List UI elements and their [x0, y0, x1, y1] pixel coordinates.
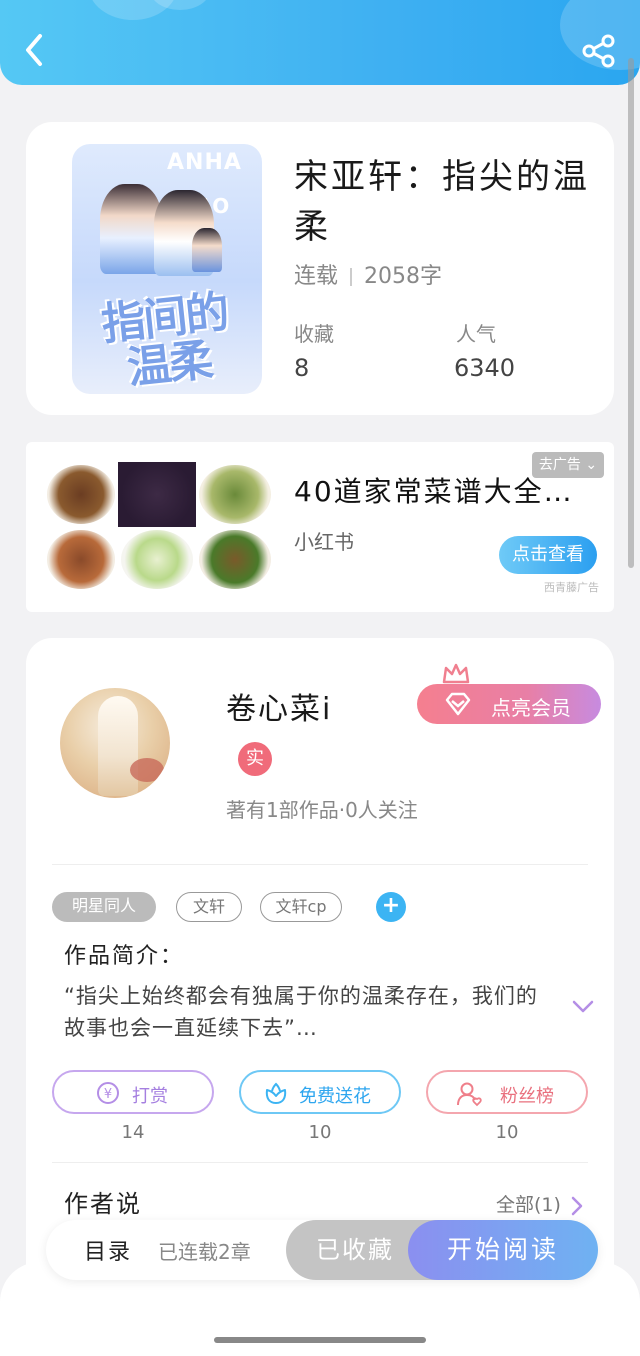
cover-en-text: ANHA	[167, 150, 242, 175]
reward-label: 打赏	[132, 1086, 168, 1107]
vip-label: 点亮会员	[491, 696, 571, 720]
ad-source: 小红书	[294, 530, 354, 554]
vip-button[interactable]: 点亮会员	[417, 684, 601, 724]
view-all-link[interactable]: 全部(1)	[496, 1190, 583, 1217]
cover-title: 指间的温柔	[99, 286, 230, 394]
share-button[interactable]	[580, 34, 618, 68]
author-stats: 著有1部作品·0人关注	[226, 798, 418, 822]
start-reading-button[interactable]: 开始阅读	[408, 1220, 598, 1280]
avatar[interactable]	[60, 688, 170, 798]
yuan-icon: ¥	[97, 1082, 119, 1104]
author-name[interactable]: 卷心菜i	[226, 684, 332, 728]
chevron-right-icon	[571, 1196, 583, 1215]
fans-ranking-button[interactable]: 粉丝榜	[426, 1070, 588, 1114]
divider	[52, 1162, 588, 1163]
fans-count: 10	[495, 1122, 519, 1143]
ad-image[interactable]	[44, 462, 274, 592]
dish-image	[118, 462, 196, 527]
book-status: 连载	[294, 264, 339, 289]
intro-heading: 作品简介：	[64, 944, 185, 969]
flower-icon	[265, 1082, 287, 1104]
meta-separator	[350, 268, 353, 286]
book-cover[interactable]: ANHA HAO 指间的温柔	[72, 144, 262, 394]
reward-count: 14	[121, 1122, 145, 1143]
scrollbar[interactable]	[628, 58, 634, 568]
cover-figure	[192, 228, 222, 272]
table-of-contents-button[interactable]: 目录	[84, 1234, 132, 1266]
svg-text:¥: ¥	[104, 1087, 112, 1102]
remove-ad-button[interactable]: 去广告 ⌄	[532, 452, 604, 478]
bottom-action-bar: 目录 已连载2章 已收藏 开始阅读	[46, 1220, 598, 1280]
fans-icon	[457, 1082, 482, 1107]
popularity-value: 6340	[454, 354, 516, 382]
crown-icon	[442, 663, 470, 684]
popularity-label: 人气	[456, 322, 496, 346]
tag-chip[interactable]: 文轩	[176, 892, 242, 922]
send-flower-button[interactable]: 免费送花	[239, 1070, 401, 1114]
intro-text: “指尖上始终都会有独属于你的温柔存在，我们的故事也会一直延续下去”…	[64, 984, 538, 1040]
chapter-count: 已连载2章	[158, 1240, 251, 1264]
ad-cta-button[interactable]: 点击查看	[499, 536, 597, 574]
ad-mark: 西青藤广告	[544, 581, 599, 594]
verified-badge: 实	[238, 742, 272, 776]
author-says-heading: 作者说	[64, 1190, 142, 1218]
favorites-value: 8	[294, 354, 310, 382]
avatar-figure	[98, 696, 138, 796]
remove-ad-label: 去广告	[538, 457, 581, 473]
send-flower-label: 免费送花	[299, 1086, 371, 1107]
book-info-card: ANHA HAO 指间的温柔 宋亚轩：指尖的温柔 连载 2058字 收藏 8 人气…	[26, 122, 614, 415]
share-icon	[582, 34, 615, 68]
back-button[interactable]	[20, 30, 50, 70]
back-arrow-icon	[26, 34, 42, 66]
tag-chip[interactable]: 明星同人	[52, 892, 156, 922]
reward-button[interactable]: ¥ 打赏	[52, 1070, 214, 1114]
diamond-icon	[445, 692, 471, 716]
home-indicator[interactable]	[214, 1337, 426, 1343]
dish-image	[199, 465, 271, 524]
dish-image	[47, 530, 115, 589]
book-meta: 连载 2058字	[294, 258, 442, 290]
chevron-down-icon: ⌄	[585, 457, 598, 473]
dish-image	[199, 530, 271, 589]
flower-count: 10	[308, 1122, 332, 1143]
view-all-label: 全部(1)	[496, 1194, 561, 1216]
ad-card[interactable]: 40道家常菜谱大全… 小红书 去广告 ⌄ 点击查看 西青藤广告	[26, 442, 614, 612]
top-header	[0, 0, 640, 85]
expand-chevron-icon[interactable]	[572, 1000, 594, 1014]
avatar-flowers	[130, 758, 164, 782]
plus-icon: +	[381, 893, 401, 918]
word-count: 2058字	[364, 264, 443, 289]
book-title: 宋亚轩：指尖的温柔	[294, 157, 590, 247]
favorites-label: 收藏	[294, 322, 334, 346]
divider	[52, 864, 588, 865]
cover-figure	[100, 184, 162, 274]
dish-image	[47, 465, 115, 524]
fans-ranking-label: 粉丝榜	[500, 1086, 554, 1107]
tag-chip[interactable]: 文轩cp	[260, 892, 342, 922]
dish-image	[121, 530, 193, 589]
add-tag-button[interactable]: +	[376, 892, 406, 922]
